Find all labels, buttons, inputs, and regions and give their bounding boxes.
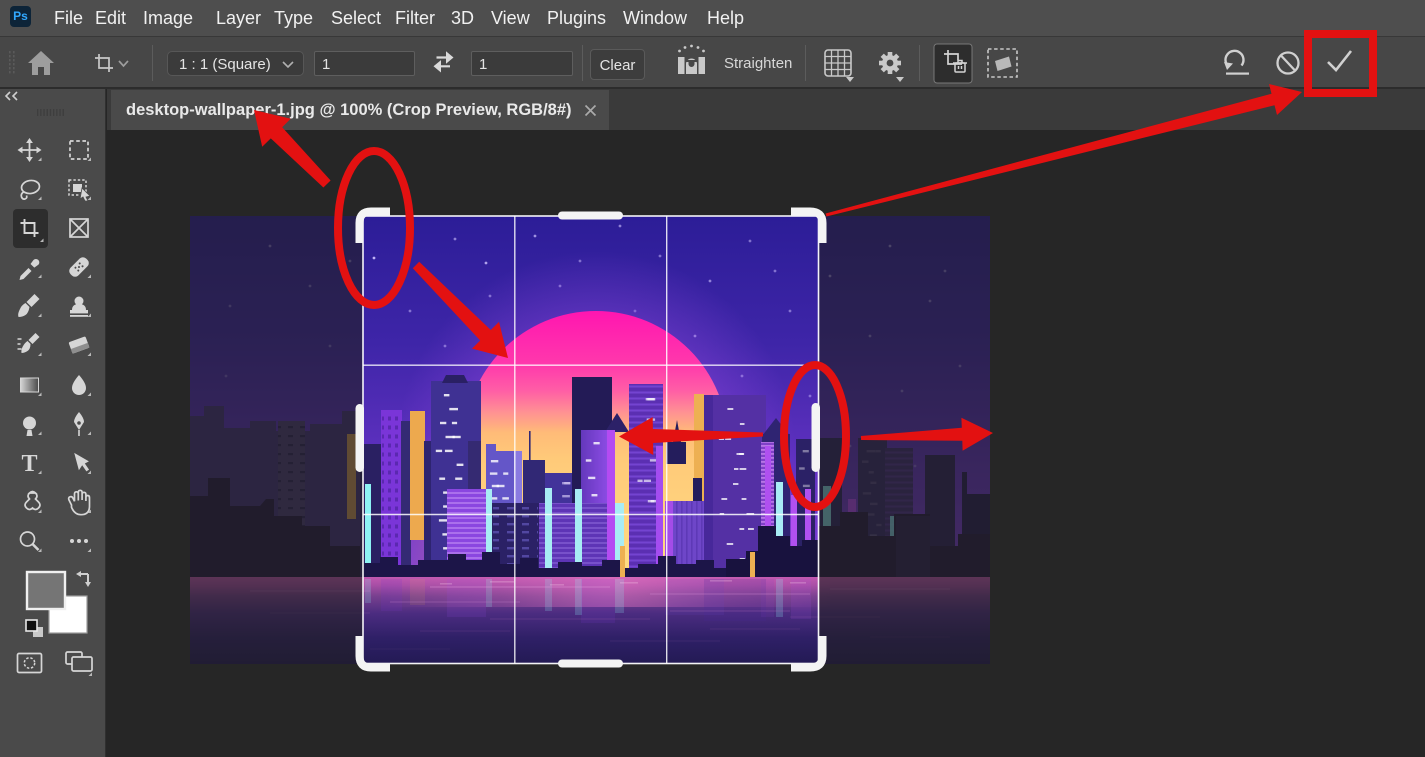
svg-text:T: T: [21, 451, 37, 477]
